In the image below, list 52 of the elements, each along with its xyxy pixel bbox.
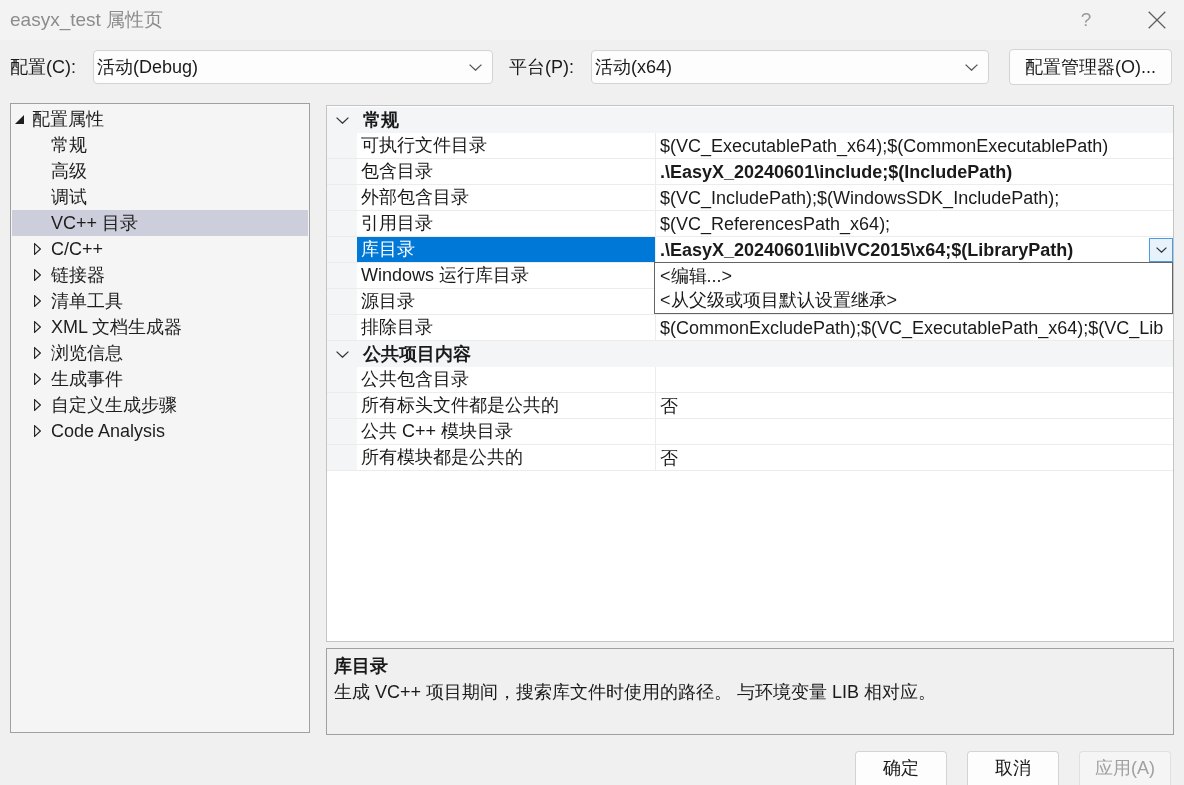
property-name[interactable]: 包含目录 xyxy=(357,159,656,184)
property-name[interactable]: 引用目录 xyxy=(357,211,656,236)
tree-item[interactable]: 高级 xyxy=(12,158,308,184)
property-value[interactable]: $(VC_ExecutablePath_x64);$(CommonExecutablePath) xyxy=(660,134,1109,157)
category-header[interactable]: 公共项目内容 xyxy=(327,341,1173,367)
tree-item[interactable]: 配置属性 xyxy=(12,106,308,132)
configuration-dropdown[interactable]: 活动(Debug) xyxy=(93,50,493,84)
dialog-button[interactable]: 确定 xyxy=(855,751,947,785)
tree-item[interactable]: 浏览信息 xyxy=(12,340,308,366)
configuration-manager-button[interactable]: 配置管理器(O)... xyxy=(1009,49,1172,85)
property-name[interactable]: 库目录 xyxy=(357,237,656,262)
dialog-button[interactable]: 取消 xyxy=(967,751,1059,785)
category-header[interactable]: 常规 xyxy=(327,107,1173,133)
property-value[interactable]: 否 xyxy=(660,394,678,417)
property-name[interactable]: Windows 运行库目录 xyxy=(357,263,656,288)
caret-icon xyxy=(965,63,978,71)
tree-item[interactable]: VC++ 目录 xyxy=(12,210,308,236)
property-name[interactable]: 所有标头文件都是公共的 xyxy=(357,393,656,418)
tree-item[interactable]: C/C++ xyxy=(12,236,308,262)
property-value[interactable]: .\EasyX_20240601\include;$(IncludePath) xyxy=(660,160,1013,183)
window-title: easyx_test 属性页 xyxy=(10,7,164,33)
property-name[interactable]: 外部包含目录 xyxy=(357,185,656,210)
close-icon xyxy=(1148,11,1166,29)
menu-item[interactable]: <从父级或项目默认设置继承> xyxy=(655,288,1172,312)
tree-item[interactable]: 自定义生成步骤 xyxy=(12,392,308,418)
tree-item[interactable]: 链接器 xyxy=(12,262,308,288)
property-name[interactable]: 源目录 xyxy=(357,289,656,314)
platform-label: 平台(P): xyxy=(509,55,575,79)
property-name[interactable]: 所有模块都是公共的 xyxy=(357,445,656,470)
tree-item[interactable]: XML 文档生成器 xyxy=(12,314,308,340)
property-name[interactable]: 可执行文件目录 xyxy=(357,133,656,158)
property-value[interactable]: $(CommonExcludePath);$(VC_ExecutablePath_x64);$(VC_Lib xyxy=(660,316,1164,339)
platform-dropdown[interactable]: 活动(x64) xyxy=(591,50,989,84)
caret-icon xyxy=(469,63,482,71)
property-value[interactable]: 否 xyxy=(660,446,678,469)
menu-item[interactable]: <编辑...> xyxy=(655,264,1172,288)
tree-item[interactable]: 生成事件 xyxy=(12,366,308,392)
dropdown-button[interactable] xyxy=(1149,237,1173,262)
chevron-icon xyxy=(1155,246,1167,253)
tree-item[interactable]: 常规 xyxy=(12,132,308,158)
tree-item[interactable]: Code Analysis xyxy=(12,418,308,444)
description-title: 库目录 xyxy=(334,655,389,679)
property-name[interactable]: 排除目录 xyxy=(357,315,656,340)
property-value[interactable]: $(VC_ReferencesPath_x64); xyxy=(660,212,891,235)
property-value[interactable]: $(VC_IncludePath);$(WindowsSDK_IncludePath); xyxy=(660,186,1060,209)
configuration-label: 配置(C): xyxy=(10,55,77,79)
tree-item[interactable]: 清单工具 xyxy=(12,288,308,314)
description-text: 生成 VC++ 项目期间，搜索库文件时使用的路径。 与环境变量 LIB 相对应。 xyxy=(334,681,938,705)
tree-item[interactable]: 调试 xyxy=(12,184,308,210)
property-name[interactable]: 公共包含目录 xyxy=(357,367,656,392)
property-name[interactable]: 公共 C++ 模块目录 xyxy=(357,419,656,444)
property-value[interactable]: .\EasyX_20240601\lib\VC2015\x64;$(LibraryPath) xyxy=(660,238,1074,261)
